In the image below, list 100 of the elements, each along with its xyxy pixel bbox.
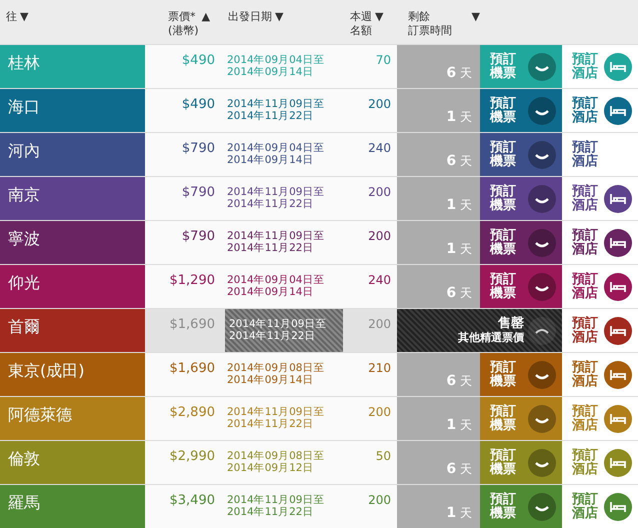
column-header[interactable]: 本週 名額: [350, 10, 372, 38]
city-cell: 羅馬: [0, 485, 145, 528]
bed-icon: [604, 228, 632, 256]
book-flight-button[interactable]: 預訂 機票: [480, 89, 562, 132]
quota-cell-text: 200: [367, 228, 392, 245]
column-header[interactable]: 票價* (港幣): [168, 10, 199, 38]
book-hotel-button[interactable]: 預訂 酒店: [562, 485, 638, 528]
sort-arrow-icon[interactable]: ▲: [202, 10, 210, 24]
smile-icon: [528, 272, 556, 300]
book-flight-button[interactable]: 預訂 機票: [480, 177, 562, 220]
days-remaining: 6 天: [446, 65, 472, 82]
price-cell-text: $790: [180, 184, 215, 202]
book-flight-button[interactable]: 預訂 機票: [480, 265, 562, 308]
book-flight-button[interactable]: 預訂 機票: [480, 221, 562, 264]
book-hotel-button[interactable]: 預訂 酒店: [562, 177, 638, 220]
quota-cell-text: 210: [367, 360, 392, 377]
smile-icon: [528, 52, 556, 80]
price-cell-text: $1,290: [168, 272, 215, 290]
price-cell-text: $790: [180, 140, 215, 158]
bed-icon: [604, 96, 632, 124]
book-hotel-button[interactable]: 預訂 酒店: [562, 397, 638, 440]
quota-cell-text: 50: [374, 448, 392, 465]
smile-icon: [528, 228, 556, 256]
city-cell: 首爾: [0, 309, 145, 352]
days-remaining: 1 天: [446, 109, 472, 126]
city-cell: 倫敦: [0, 441, 145, 484]
book-flight-button[interactable]: 預訂 機票: [480, 441, 562, 484]
price-cell-text: $2,990: [168, 448, 215, 466]
date-cell-text: 2014年11月09日至 2014年11月22日: [226, 229, 326, 256]
date-cell-text: 2014年09月08日至 2014年09月14日: [226, 361, 326, 388]
city-cell: 東京(成田): [0, 353, 145, 396]
city-cell: 阿德萊德: [0, 397, 145, 440]
quota-cell: 200: [343, 309, 397, 352]
quota-cell-text: 70: [374, 52, 392, 69]
date-cell-text: 2014年11月09日至 2014年11月22日: [226, 185, 326, 212]
book-hotel-button[interactable]: 預訂 酒店: [562, 441, 638, 484]
quota-cell-text: 240: [367, 140, 392, 157]
book-flight-button[interactable]: 預訂 機票: [480, 353, 562, 396]
city-cell: 寧波: [0, 221, 145, 264]
date-cell-text: 2014年09月04日至 2014年09月14日: [226, 141, 326, 168]
column-header[interactable]: 出發日期: [228, 10, 272, 24]
book-hotel-button[interactable]: 預訂 酒店: [562, 89, 638, 132]
price-cell-text: $490: [180, 96, 215, 114]
price-cell: $1,690: [145, 309, 225, 352]
book-flight-button[interactable]: 預訂 機票: [480, 133, 562, 176]
days-remaining: 6 天: [446, 461, 472, 478]
bed-icon: [604, 272, 632, 300]
smile-icon: [528, 96, 556, 124]
bed-icon: [604, 52, 632, 80]
smile-icon: [528, 140, 556, 168]
quota-cell-text: 240: [367, 272, 392, 289]
sort-arrow-icon[interactable]: ▼: [472, 10, 480, 24]
city-cell: 仰光: [0, 265, 145, 308]
bed-icon: [604, 448, 632, 476]
smile-icon: [528, 360, 556, 388]
price-cell-text: $790: [180, 228, 215, 246]
book-hotel-button[interactable]: 預訂 酒店: [562, 265, 638, 308]
days-remaining: 6 天: [446, 285, 472, 302]
book-flight-button[interactable]: 預訂 機票: [480, 485, 562, 528]
date-cell-text: 2014年11月09日至 2014年11月22日: [226, 493, 326, 520]
book-hotel-button[interactable]: 預訂 酒店: [562, 353, 638, 396]
price-cell-text: $3,490: [168, 492, 215, 510]
city-cell: 河內: [0, 133, 145, 176]
price-cell-text: $2,890: [168, 404, 215, 422]
bed-icon: [604, 184, 632, 212]
date-cell: 2014年11月09日至 2014年11月22日: [225, 309, 343, 352]
date-cell-text: 2014年09月04日至 2014年09月14日: [226, 53, 326, 80]
column-header[interactable]: 往: [6, 10, 17, 24]
smile-icon: [528, 184, 556, 212]
date-cell-text: 2014年11月09日至 2014年11月22日: [226, 97, 326, 124]
days-remaining: 1 天: [446, 505, 472, 522]
sort-arrow-icon[interactable]: ▼: [375, 10, 384, 24]
sort-arrow-icon[interactable]: ▼: [275, 10, 284, 24]
city-cell: 海口: [0, 89, 145, 132]
quota-cell-text: 200: [367, 492, 392, 509]
smile-icon: [528, 492, 556, 520]
smile-icon: [528, 404, 556, 432]
book-flight-button[interactable]: 預訂 機票: [480, 397, 562, 440]
date-cell-text: 2014年09月04日至 2014年09月14日: [226, 273, 326, 300]
bed-icon: [604, 492, 632, 520]
city-cell: 桂林: [0, 45, 145, 88]
column-header[interactable]: 剩餘 訂票時間: [408, 10, 452, 38]
book-hotel-button[interactable]: 預訂 酒店: [562, 133, 638, 176]
sort-arrow-icon[interactable]: ▼: [20, 10, 28, 24]
date-cell-text: 2014年11月09日至 2014年11月22日: [226, 405, 326, 432]
city-cell: 南京: [0, 177, 145, 220]
bed-icon: [604, 404, 632, 432]
smile-icon: [528, 316, 556, 344]
days-remaining: 1 天: [446, 241, 472, 258]
book-hotel-button[interactable]: 預訂 酒店: [562, 221, 638, 264]
bed-icon: [604, 316, 632, 344]
days-remaining: 1 天: [446, 197, 472, 214]
date-cell-text: 2014年09月08日至 2014年09月12日: [226, 449, 326, 476]
quota-cell-text: 200: [367, 404, 392, 421]
sold-out-button[interactable]: 售罄 其他精選票價: [397, 309, 562, 352]
quota-cell-text: 200: [367, 184, 392, 201]
book-hotel-button[interactable]: 預訂 酒店: [562, 309, 638, 352]
bed-icon: [604, 360, 632, 388]
days-remaining: 6 天: [446, 153, 472, 170]
days-remaining: 6 天: [446, 373, 472, 390]
